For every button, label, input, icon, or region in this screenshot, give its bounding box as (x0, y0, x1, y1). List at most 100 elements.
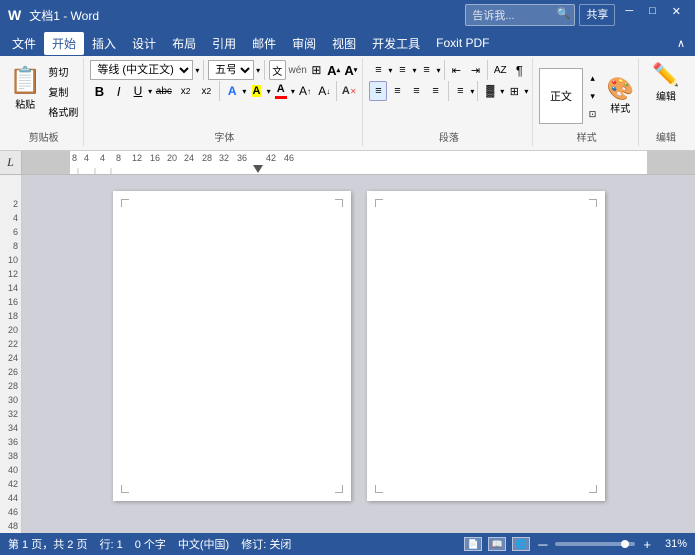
font-increase2-btn[interactable]: A↑ (296, 81, 314, 101)
line-spacing-btn[interactable]: ≡ (451, 81, 469, 101)
underline-btn[interactable]: U (129, 81, 147, 101)
line-spacing-arrow[interactable]: ▾ (470, 87, 474, 96)
styles-btn-label[interactable]: 样式 (610, 100, 630, 115)
menu-item-layout[interactable]: 布局 (164, 32, 204, 55)
copy-btn[interactable]: 复制 (44, 82, 82, 101)
subscript-btn[interactable]: x2 (176, 81, 196, 101)
title-bar-title: 文档1 - Word (29, 7, 99, 24)
editing-section: ✏️ 编辑 编辑 (641, 58, 691, 146)
highlight-btn[interactable]: A (247, 81, 265, 101)
bullets-arrow[interactable]: ▾ (388, 66, 392, 75)
view-read-btn[interactable]: 📖 (488, 537, 506, 551)
font-color-arrow[interactable]: ▾ (291, 87, 295, 96)
search-box[interactable]: 告诉我... 🔍 (465, 4, 575, 26)
maximize-btn[interactable]: □ (643, 4, 662, 26)
superscript-btn[interactable]: x2 (196, 81, 216, 101)
vruler-24: 24 (0, 351, 21, 365)
menu-item-developer[interactable]: 开发工具 (364, 32, 428, 55)
phonetic-btn[interactable]: 文 (269, 60, 286, 80)
align-right-btn[interactable]: ≡ (407, 81, 425, 101)
styles-scroll-up[interactable]: ▴ (585, 70, 601, 86)
borders-btn[interactable]: ⊞ (505, 81, 523, 101)
word-logo: W (8, 7, 21, 23)
menu-item-file[interactable]: 文件 (4, 32, 44, 55)
font-name-select[interactable]: 等线 (中文正文) (90, 60, 193, 80)
decrease-indent-btn[interactable]: ⇤ (447, 60, 465, 80)
numbering-arrow[interactable]: ▾ (412, 66, 416, 75)
share-btn[interactable]: 共享 (579, 4, 615, 26)
paste-btn[interactable]: 📋 粘贴 (8, 60, 42, 116)
menu-item-view[interactable]: 视图 (324, 32, 364, 55)
font-section: 等线 (中文正文) ▾ 五号 ▾ 文 wén ⊞ A▴ A▾ B (86, 58, 363, 146)
menu-item-mailings[interactable]: 邮件 (244, 32, 284, 55)
menu-item-design[interactable]: 设计 (124, 32, 164, 55)
decrease-font-btn[interactable]: A▾ (343, 60, 358, 80)
page2-corner-tr (589, 199, 597, 207)
text-effects-arrow[interactable]: ▾ (242, 87, 246, 96)
paste-label: 粘贴 (15, 96, 35, 111)
justify-btn[interactable]: ≡ (427, 81, 445, 101)
highlight-arrow[interactable]: ▾ (267, 87, 271, 96)
shading-btn[interactable]: ▓ (481, 81, 499, 101)
zoom-level[interactable]: 31% (659, 538, 687, 550)
styles-section: 正文 ▴ ▾ ⊡ 🎨 样式 样式 (535, 58, 639, 146)
vruler-8: 8 (0, 239, 21, 253)
divider3 (219, 81, 220, 101)
divider4 (336, 81, 337, 101)
page-1[interactable] (113, 191, 351, 501)
ruler-corner-btn[interactable]: L (0, 151, 22, 174)
collapse-ribbon-btn[interactable]: ∧ (671, 35, 691, 52)
text-effects-btn[interactable]: A (223, 81, 241, 101)
menu-item-review[interactable]: 审阅 (284, 32, 324, 55)
zoom-slider[interactable] (555, 542, 635, 546)
font-decrease2-btn[interactable]: A↓ (315, 81, 333, 101)
font-size-arrow[interactable]: ▾ (256, 66, 260, 75)
bullets-btn[interactable]: ≡ (369, 60, 387, 80)
title-bar-right: 告诉我... 🔍 共享 ─ □ ✕ (465, 4, 687, 26)
vruler-14: 14 (0, 281, 21, 295)
title-bar-left: W 文档1 - Word (8, 7, 99, 24)
bold-btn[interactable]: B (90, 81, 108, 101)
increase-indent-btn[interactable]: ⇥ (466, 60, 484, 80)
menu-item-foxit[interactable]: Foxit PDF (428, 33, 497, 53)
clear-format-btn[interactable]: A ✕ (340, 81, 358, 101)
vruler-28: 28 (0, 379, 21, 393)
format-painter-btn[interactable]: 格式刷 (44, 102, 82, 121)
menu-item-insert[interactable]: 插入 (84, 32, 124, 55)
zoom-plus-btn[interactable]: + (641, 537, 653, 552)
sort-btn[interactable]: AZ (491, 60, 509, 80)
ruler-gray-right (647, 151, 695, 174)
svg-text:20: 20 (167, 153, 177, 163)
show-marks-btn[interactable]: ¶ (510, 60, 528, 80)
menu-item-references[interactable]: 引用 (204, 32, 244, 55)
borders-arrow[interactable]: ▾ (524, 87, 528, 96)
font-color-btn[interactable]: A (272, 81, 290, 101)
styles-gallery[interactable]: 正文 (539, 68, 582, 124)
align-center-btn[interactable]: ≡ (388, 81, 406, 101)
view-print-btn[interactable]: 📄 (464, 537, 482, 551)
font-expand-btn[interactable]: ⊞ (309, 60, 324, 80)
vruler-40: 40 (0, 463, 21, 477)
italic-btn[interactable]: I (110, 81, 128, 101)
styles-scroll-down[interactable]: ▾ (585, 88, 601, 104)
strikethrough-btn[interactable]: abc (153, 81, 174, 101)
minimize-btn[interactable]: ─ (619, 4, 639, 26)
font-size-select[interactable]: 五号 (208, 60, 254, 80)
multilevel-btn[interactable]: ≡ (418, 60, 436, 80)
cut-btn[interactable]: 剪切 (44, 62, 82, 81)
shading-arrow[interactable]: ▾ (500, 87, 504, 96)
increase-font-btn[interactable]: A▴ (326, 60, 341, 80)
close-btn[interactable]: ✕ (666, 4, 687, 26)
underline-arrow[interactable]: ▾ (148, 87, 152, 96)
view-web-btn[interactable]: 🌐 (512, 537, 530, 551)
styles-expand[interactable]: ⊡ (585, 106, 601, 122)
align-left-btn[interactable]: ≡ (369, 81, 387, 101)
multilevel-arrow[interactable]: ▾ (437, 66, 441, 75)
menu-item-home[interactable]: 开始 (44, 32, 84, 55)
zoom-minus-btn[interactable]: ─ (536, 537, 549, 552)
page-2[interactable] (367, 191, 605, 501)
numbering-btn[interactable]: ≡ (393, 60, 411, 80)
font-name-arrow[interactable]: ▾ (195, 66, 199, 75)
svg-text:36: 36 (237, 153, 247, 163)
editing-btn-label[interactable]: 编辑 (656, 88, 676, 103)
